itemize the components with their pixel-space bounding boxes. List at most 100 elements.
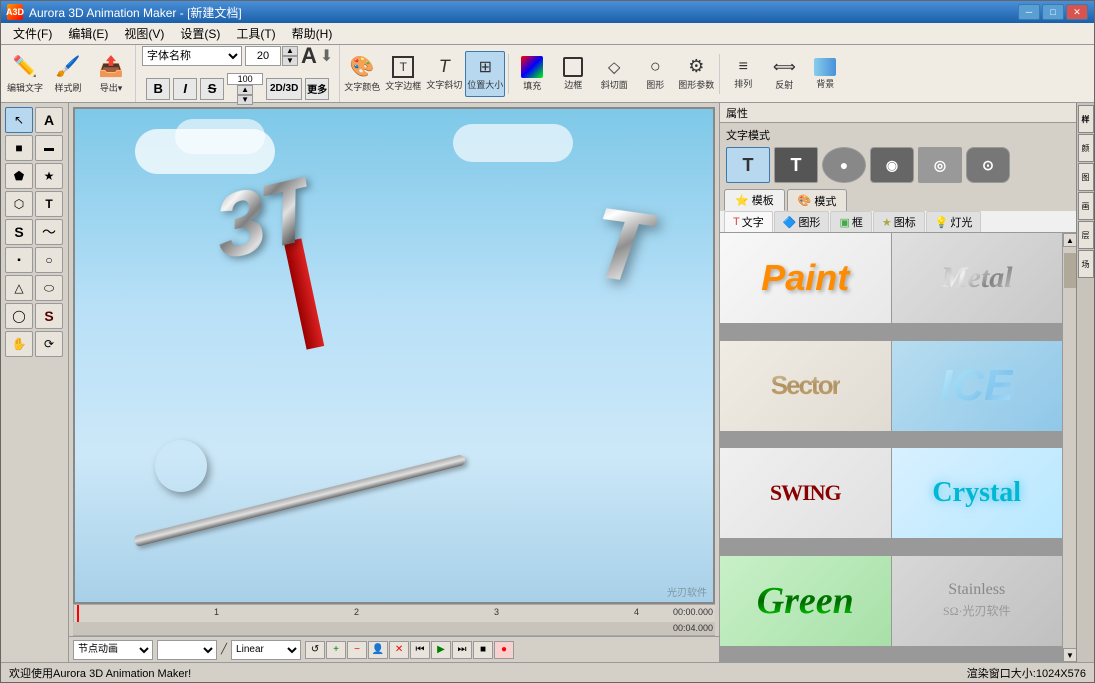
export-button[interactable]: 📤 导出▾ [91, 48, 131, 100]
text-color-button[interactable]: 🎨 文字颜色 [342, 51, 382, 97]
green-label: Green [757, 579, 854, 623]
italic-button[interactable]: I [173, 78, 197, 100]
border-button[interactable]: 边框 [553, 51, 593, 97]
add-keyframe-button[interactable]: + [326, 641, 346, 659]
menu-edit[interactable]: 编辑(E) [60, 23, 116, 44]
font-select[interactable]: 字体名称 [142, 46, 242, 66]
close-button[interactable]: ✕ [1066, 4, 1088, 20]
sub-tab-icon[interactable]: ★ 图标 [873, 211, 925, 232]
circle-tool[interactable]: ○ [35, 247, 63, 273]
position-size-button[interactable]: ⊞ 位置大小 [465, 51, 505, 97]
font-size-down[interactable]: ▼ [282, 56, 298, 66]
arrange-button[interactable]: ≡ 排列 [723, 51, 763, 97]
pct-up[interactable]: ▲ [237, 85, 253, 95]
refresh-button[interactable]: ↺ [305, 641, 325, 659]
mode-btn-5[interactable]: ◎ [918, 147, 962, 183]
sub-tab-light[interactable]: 💡 灯光 [926, 211, 982, 232]
canvas-viewport[interactable]: 3T T 光刃软件 [73, 107, 715, 604]
text-skew-button[interactable]: T 文字斜切 [424, 51, 464, 97]
triangle-tool[interactable]: △ [5, 275, 33, 301]
right-tab-layer[interactable]: 图 [1078, 163, 1094, 191]
scroll-thumb[interactable] [1064, 253, 1076, 288]
more-button[interactable]: 更多 [305, 78, 329, 100]
font-size-input[interactable] [245, 46, 281, 66]
menu-help[interactable]: 帮助(H) [284, 23, 341, 44]
sub-tab-frame[interactable]: ▣ 框 [830, 211, 871, 232]
go-start-button[interactable]: ⏮ [410, 641, 430, 659]
strikethrough-button[interactable]: S [200, 78, 224, 100]
style-crystal[interactable]: Crystal [892, 448, 1063, 538]
template-tab[interactable]: ⭐ 模板 [724, 189, 785, 211]
poly-tool[interactable]: ⬟ [5, 163, 33, 189]
right-tab-scene[interactable]: 层 [1078, 221, 1094, 249]
hand-tool[interactable]: ✋ [5, 331, 33, 357]
reflect-button[interactable]: ⟺ 反射 [764, 51, 804, 97]
mode-btn-2[interactable]: T [774, 147, 818, 183]
style-sector[interactable]: Sector [720, 341, 891, 431]
right-tab-style[interactable]: 样 [1078, 105, 1094, 133]
style-ice[interactable]: ICE [892, 341, 1063, 431]
animation-type-select[interactable]: 节点动画 [73, 640, 153, 660]
fill-button[interactable]: 填充 [512, 51, 552, 97]
mode-tab[interactable]: 🎨 模式 [787, 189, 848, 211]
menu-view[interactable]: 视图(V) [116, 23, 172, 44]
style-swing[interactable]: SWING [720, 448, 891, 538]
scroll-up-button[interactable]: ▲ [1063, 233, 1076, 247]
round-rect-tool[interactable]: ▬ [35, 135, 63, 161]
menu-tools[interactable]: 工具(T) [228, 23, 283, 44]
hex-tool[interactable]: ⬡ [5, 191, 33, 217]
sub-tab-text[interactable]: T 文字 [724, 211, 773, 232]
s2-tool[interactable]: S [35, 303, 63, 329]
anim-mode-select[interactable] [157, 640, 217, 660]
mode-btn-6[interactable]: ⊙ [966, 147, 1010, 183]
maximize-button[interactable]: □ [1042, 4, 1064, 20]
text-tool-2[interactable]: T [35, 191, 63, 217]
scroll-down-button[interactable]: ▼ [1063, 648, 1076, 662]
timeline-track: 00:04.000 [73, 622, 715, 636]
right-tab-extra[interactable]: 场 [1078, 250, 1094, 278]
s-tool[interactable]: S [5, 219, 33, 245]
person-button[interactable]: 👤 [368, 641, 388, 659]
mode-btn-1[interactable]: T [726, 147, 770, 183]
arc-tool[interactable]: ◯ [5, 303, 33, 329]
right-tab-color[interactable]: 颜 [1078, 134, 1094, 162]
select-tool[interactable]: ↖ [5, 107, 33, 133]
mode-btn-4[interactable]: ◉ [870, 147, 914, 183]
text-border-button[interactable]: T 文字边框 [383, 51, 423, 97]
2d3d-button[interactable]: 2D/3D [266, 78, 302, 100]
edit-text-button[interactable]: ✏️ 编辑文字 [5, 48, 45, 100]
menu-settings[interactable]: 设置(S) [172, 23, 228, 44]
style-brush-button[interactable]: 🖌️ 样式刷 [48, 48, 88, 100]
style-metal[interactable]: Metal [892, 233, 1063, 323]
style-stainless[interactable]: StainlessSΩ·光刃软件 [892, 556, 1063, 646]
rect2-tool[interactable]: ▪ [5, 247, 33, 273]
delete-button[interactable]: ✕ [389, 641, 409, 659]
style-green[interactable]: Green [720, 556, 891, 646]
go-end-button[interactable]: ⏭ [452, 641, 472, 659]
remove-keyframe-button[interactable]: − [347, 641, 367, 659]
text-tool[interactable]: A [35, 107, 63, 133]
tool-row-6: ▪ ○ [5, 247, 64, 273]
bevel-button[interactable]: ◇ 斜切面 [594, 51, 634, 97]
record-button[interactable]: ● [494, 641, 514, 659]
star-tool[interactable]: ★ [35, 163, 63, 189]
mode-btn-3[interactable]: ● [822, 147, 866, 183]
ease-select[interactable]: Linear [231, 640, 301, 660]
play-button[interactable]: ▶ [431, 641, 451, 659]
minimize-button[interactable]: ─ [1018, 4, 1040, 20]
bold-button[interactable]: B [146, 78, 170, 100]
rect-tool[interactable]: ■ [5, 135, 33, 161]
rotate-tool[interactable]: ⟳ [35, 331, 63, 357]
font-size-pct-input[interactable] [227, 73, 263, 85]
right-tab-paint[interactable]: 画 [1078, 192, 1094, 220]
ellipse-tool[interactable]: ⬭ [35, 275, 63, 301]
style-paint[interactable]: Paint [720, 233, 891, 323]
sub-tab-shape[interactable]: 🔷 图形 [774, 211, 830, 232]
shape-params-button[interactable]: ⚙ 图形参数 [676, 51, 716, 97]
stop-button[interactable]: ■ [473, 641, 493, 659]
menu-file[interactable]: 文件(F) [5, 23, 60, 44]
font-size-up[interactable]: ▲ [282, 46, 298, 56]
background-button[interactable]: 背景 [805, 51, 845, 97]
shape-button[interactable]: ○ 图形 [635, 51, 675, 97]
wave-tool[interactable]: 〜 [35, 219, 63, 245]
